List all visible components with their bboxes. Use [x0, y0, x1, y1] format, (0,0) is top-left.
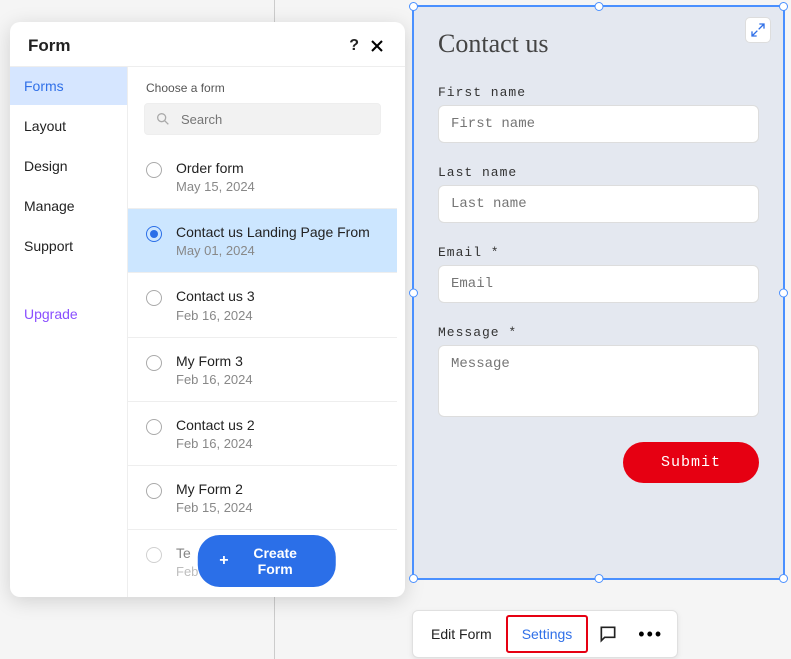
form-item-title: Order form [176, 159, 383, 177]
search-input[interactable] [181, 112, 370, 127]
search-icon [155, 111, 171, 127]
form-item-date: Feb 16, 2024 [176, 308, 383, 323]
resize-handle[interactable] [779, 288, 788, 297]
side-tab-upgrade[interactable]: Upgrade [10, 295, 127, 333]
preview-title: Contact us [438, 29, 759, 59]
form-item[interactable]: Order form May 15, 2024 [128, 145, 397, 209]
resize-handle[interactable] [594, 2, 603, 11]
radio-icon[interactable] [146, 290, 162, 306]
form-editor-panel: Form ? Forms Layout Design Manage Suppor… [10, 22, 405, 597]
resize-handle[interactable] [409, 574, 418, 583]
form-item[interactable]: Contact us Landing Page From May 01, 202… [128, 209, 397, 273]
search-wrapper [144, 103, 381, 135]
form-item-date: Feb 16, 2024 [176, 372, 383, 387]
field-label-message: Message * [438, 325, 759, 340]
choose-form-label: Choose a form [128, 67, 397, 103]
form-item-date: Feb 15, 2024 [176, 500, 383, 515]
side-tabs: Forms Layout Design Manage Support Upgra… [10, 67, 128, 597]
form-item[interactable]: My Form 2 Feb 15, 2024 [128, 466, 397, 530]
resize-handle[interactable] [779, 2, 788, 11]
radio-icon[interactable] [146, 226, 162, 242]
form-item-title: Contact us 3 [176, 287, 383, 305]
message-textarea[interactable] [438, 345, 759, 417]
form-item-date: Feb 16, 2024 [176, 436, 383, 451]
email-input[interactable] [438, 265, 759, 303]
more-icon[interactable]: ••• [628, 620, 673, 649]
form-item-title: My Form 2 [176, 480, 383, 498]
resize-handle[interactable] [779, 574, 788, 583]
create-form-label: Create Form [237, 545, 314, 577]
form-list-panel: Choose a form Order form May 15, 2024 Co [128, 67, 405, 597]
side-tab-design[interactable]: Design [10, 147, 127, 185]
plus-icon: + [219, 553, 228, 569]
side-tab-manage[interactable]: Manage [10, 187, 127, 225]
radio-icon[interactable] [146, 162, 162, 178]
settings-button[interactable]: Settings [506, 615, 589, 653]
form-item-title: My Form 3 [176, 352, 383, 370]
form-item-date: May 15, 2024 [176, 179, 383, 194]
resize-handle[interactable] [594, 574, 603, 583]
element-toolbar: Edit Form Settings ••• [412, 610, 678, 658]
side-tab-support[interactable]: Support [10, 227, 127, 265]
panel-title: Form [28, 36, 349, 56]
field-label-firstname: First name [438, 85, 759, 100]
side-tab-layout[interactable]: Layout [10, 107, 127, 145]
form-item-title: Contact us 2 [176, 416, 383, 434]
form-item[interactable]: Contact us 2 Feb 16, 2024 [128, 402, 397, 466]
comment-icon[interactable] [588, 618, 628, 650]
form-item-title: Contact us Landing Page From [176, 223, 383, 241]
field-label-email: Email * [438, 245, 759, 260]
last-name-input[interactable] [438, 185, 759, 223]
help-icon[interactable]: ? [349, 37, 359, 55]
expand-icon[interactable] [745, 17, 771, 43]
form-item-date: May 01, 2024 [176, 243, 383, 258]
submit-button[interactable]: Submit [623, 442, 759, 483]
radio-icon[interactable] [146, 483, 162, 499]
close-icon[interactable] [367, 36, 387, 56]
radio-icon[interactable] [146, 419, 162, 435]
form-list-scroll[interactable]: Choose a form Order form May 15, 2024 Co [128, 67, 405, 597]
form-preview[interactable]: Contact us First name Last name Email * … [412, 5, 785, 580]
resize-handle[interactable] [409, 2, 418, 11]
form-item[interactable]: Contact us 3 Feb 16, 2024 [128, 273, 397, 337]
first-name-input[interactable] [438, 105, 759, 143]
panel-header: Form ? [10, 22, 405, 67]
resize-handle[interactable] [409, 288, 418, 297]
radio-icon[interactable] [146, 547, 162, 563]
radio-icon[interactable] [146, 355, 162, 371]
form-item[interactable]: My Form 3 Feb 16, 2024 [128, 338, 397, 402]
field-label-lastname: Last name [438, 165, 759, 180]
side-tab-forms[interactable]: Forms [10, 67, 127, 105]
edit-form-button[interactable]: Edit Form [417, 617, 506, 651]
create-form-button[interactable]: + Create Form [197, 535, 336, 587]
